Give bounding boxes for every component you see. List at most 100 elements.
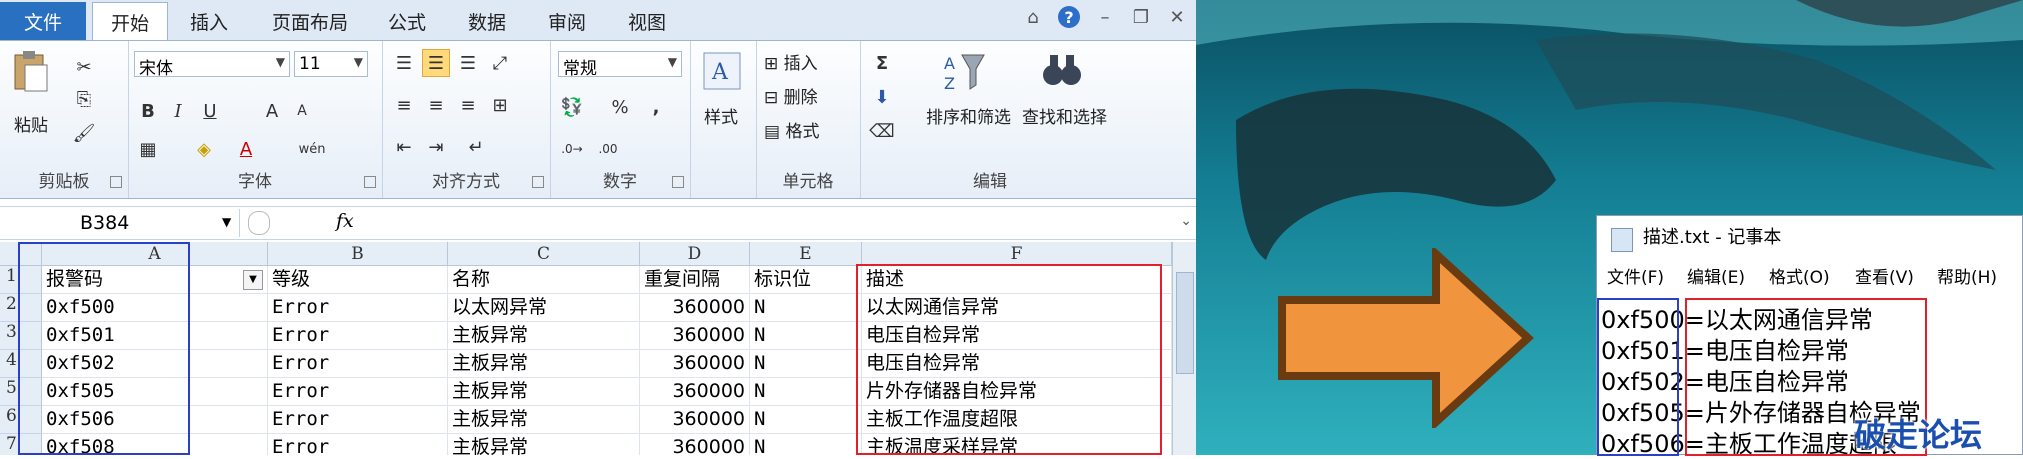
paste-icon[interactable] [8,49,52,93]
cell-level[interactable]: Error [268,406,448,434]
font-launcher-icon[interactable] [364,176,376,188]
fill-color-icon[interactable]: ◈ [190,135,218,163]
header-cell-interval[interactable]: 重复间隔 [640,266,750,294]
tab-page-layout[interactable]: 页面布局 [272,8,348,35]
accounting-format-icon[interactable]: 💱 [558,93,586,121]
align-center-icon[interactable]: ≡ [422,91,450,119]
sort-filter-label[interactable]: 排序和筛选 [926,103,1011,128]
decrease-indent-icon[interactable]: ⇤ [390,133,418,161]
column-header-b[interactable]: B [268,242,448,266]
expand-formula-icon[interactable]: ⌄ [1180,213,1192,229]
scroll-thumb[interactable] [1176,272,1194,374]
align-right-icon[interactable]: ≡ [454,91,482,119]
minimize-icon[interactable]: – [1094,6,1116,28]
fx-icon[interactable]: fx [336,210,354,232]
formula-input[interactable] [370,209,1170,237]
chevron-down-icon[interactable]: ▼ [222,215,231,229]
menu-edit[interactable]: 编辑(E) [1687,260,1745,296]
orientation-icon[interactable]: ⤢ [486,49,514,77]
close-icon[interactable]: ✕ [1166,6,1188,28]
wrap-text-icon[interactable]: ↵ [462,133,490,161]
column-header-e[interactable]: E [750,242,862,266]
decrease-decimal-icon[interactable]: .00 [594,135,622,163]
increase-decimal-icon[interactable]: .0→ [558,135,586,163]
format-painter-icon[interactable]: 🖌 [70,119,98,147]
border-icon[interactable]: ▦ [134,135,162,163]
autosum-button[interactable]: Σ [868,49,896,77]
minimize-ribbon-icon[interactable]: ⌂ [1022,6,1044,28]
grow-font-button[interactable]: A [258,97,286,125]
name-box[interactable]: B384 [0,209,240,237]
cell-flag[interactable]: N [750,294,862,322]
styles-label[interactable]: 样式 [704,103,738,128]
cell-level[interactable]: Error [268,378,448,406]
format-cells-button[interactable]: ▤ 格式 [764,117,819,142]
cell-name[interactable]: 主板异常 [448,378,640,406]
copy-icon[interactable]: ⎘ [70,85,98,113]
cell-name[interactable]: 主板异常 [448,434,640,455]
formula-expand-icon[interactable] [248,211,270,235]
italic-button[interactable]: I [164,97,192,125]
cell-flag[interactable]: N [750,378,862,406]
number-format-select[interactable]: 常规 ▼ [558,51,682,79]
cell-level[interactable]: Error [268,294,448,322]
font-size-select[interactable]: 11 ▼ [294,51,368,77]
column-header-d[interactable]: D [640,242,750,266]
cell-flag[interactable]: N [750,434,862,455]
increase-indent-icon[interactable]: ⇥ [422,133,450,161]
cell-flag[interactable]: N [750,406,862,434]
sort-filter-icon[interactable]: AZ [942,49,986,93]
cell-interval[interactable]: 360000 [640,350,750,378]
cell-name[interactable]: 主板异常 [448,322,640,350]
font-color-icon[interactable]: A [232,135,260,163]
menu-format[interactable]: 格式(O) [1769,260,1830,296]
cell-name[interactable]: 以太网异常 [448,294,640,322]
vertical-scrollbar[interactable] [1172,242,1196,455]
align-left-icon[interactable]: ≡ [390,91,418,119]
cell-interval[interactable]: 360000 [640,434,750,455]
cell-interval[interactable]: 360000 [640,378,750,406]
alignment-launcher-icon[interactable] [532,176,544,188]
cell-flag[interactable]: N [750,350,862,378]
cell-interval[interactable]: 360000 [640,322,750,350]
tab-view[interactable]: 视图 [628,8,666,35]
cell-flag[interactable]: N [750,322,862,350]
cell-level[interactable]: Error [268,350,448,378]
cell-interval[interactable]: 360000 [640,406,750,434]
clear-icon[interactable]: ⌫ [868,117,896,145]
align-top-icon[interactable]: ☰ [390,49,418,77]
comma-button[interactable]: , [642,93,670,121]
fill-icon[interactable]: ⬇ [868,83,896,111]
column-header-c[interactable]: C [448,242,640,266]
header-cell-flag[interactable]: 标识位 [750,266,862,294]
cut-icon[interactable]: ✂ [70,53,98,81]
cell-level[interactable]: Error [268,322,448,350]
cell-interval[interactable]: 360000 [640,294,750,322]
font-name-select[interactable]: 宋体 ▼ [134,51,290,79]
bold-button[interactable]: B [134,97,162,125]
tab-file[interactable]: 文件 [0,2,86,40]
merge-center-icon[interactable]: ⊞ [486,91,514,119]
menu-view[interactable]: 查看(V) [1855,260,1914,296]
align-bottom-icon[interactable]: ☰ [454,49,482,77]
menu-help[interactable]: 帮助(H) [1937,260,1997,296]
tab-insert[interactable]: 插入 [190,8,228,35]
tab-data[interactable]: 数据 [468,8,506,35]
insert-cells-button[interactable]: ⊞ 插入 [764,49,818,74]
align-middle-icon[interactable]: ☰ [422,49,450,77]
percent-button[interactable]: % [606,93,634,121]
restore-icon[interactable]: ❐ [1130,6,1152,28]
help-icon[interactable]: ? [1058,6,1080,28]
tab-formulas[interactable]: 公式 [388,8,426,35]
header-cell-name[interactable]: 名称 [448,266,640,294]
clipboard-launcher-icon[interactable] [110,176,122,188]
cell-level[interactable]: Error [268,434,448,455]
column-header-f[interactable]: F [862,242,1172,266]
tab-review[interactable]: 审阅 [548,8,586,35]
underline-button[interactable]: U [196,97,224,125]
shrink-font-button[interactable]: A [288,97,316,125]
find-select-label[interactable]: 查找和选择 [1022,103,1107,128]
filter-dropdown-icon[interactable]: ▼ [243,270,263,290]
menu-file[interactable]: 文件(F) [1607,260,1664,296]
phonetic-button[interactable]: wén [298,135,326,163]
